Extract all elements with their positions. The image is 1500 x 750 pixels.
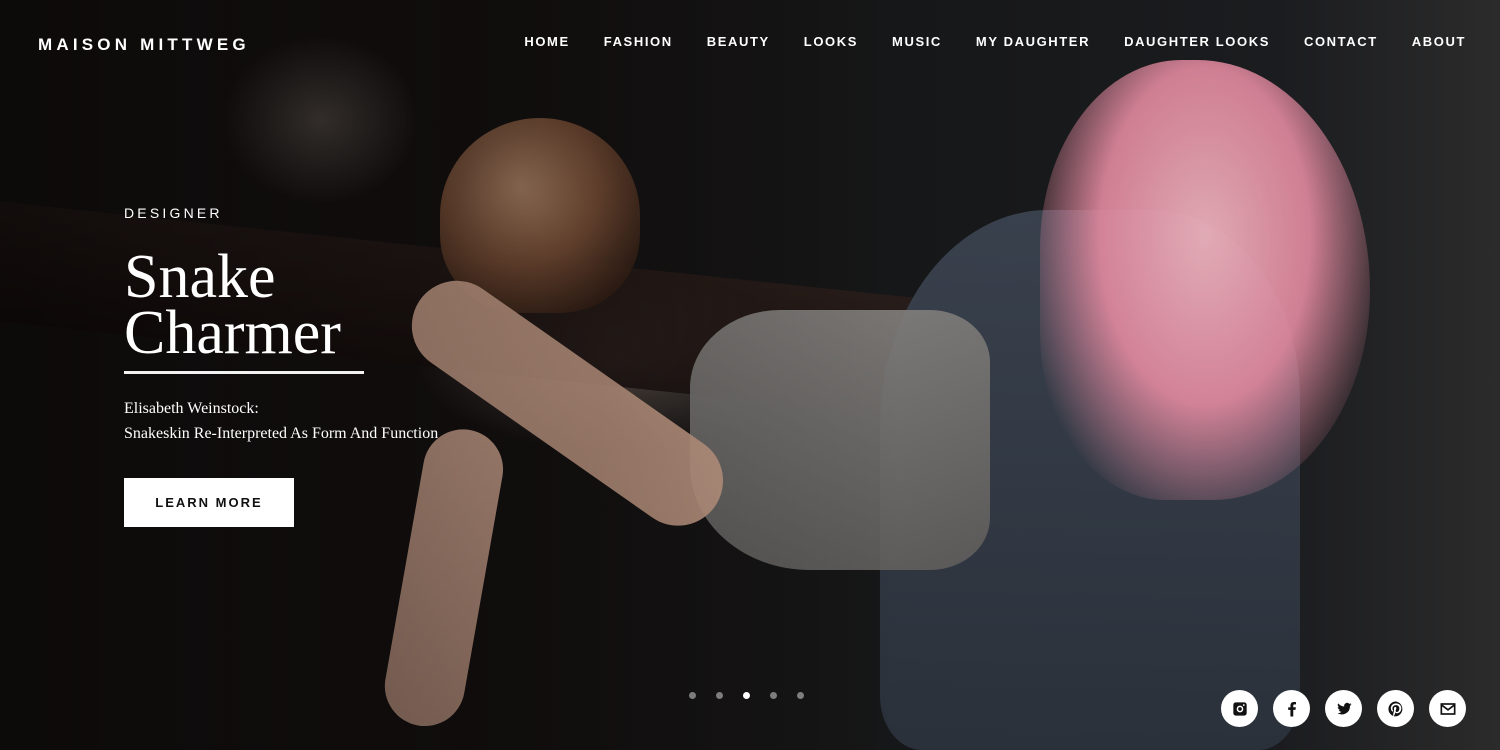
nav-item-looks[interactable]: LOOKS (804, 34, 858, 49)
hero-eyebrow: DESIGNER (124, 205, 223, 221)
hero-title: Snake Charmer (124, 246, 644, 364)
title-underline (124, 371, 364, 374)
nav-item-fashion[interactable]: FASHION (604, 34, 673, 49)
carousel-dot-4[interactable] (770, 692, 777, 699)
social-links (1221, 690, 1466, 727)
nav-item-music[interactable]: MUSIC (892, 34, 942, 49)
nav-item-beauty[interactable]: BEAUTY (707, 34, 770, 49)
main-nav: HOME FASHION BEAUTY LOOKS MUSIC MY DAUGH… (524, 34, 1466, 49)
facebook-icon (1287, 701, 1296, 716)
learn-more-button[interactable]: LEARN MORE (124, 478, 294, 527)
carousel-dot-5[interactable] (797, 692, 804, 699)
email-icon (1440, 702, 1455, 715)
nav-item-contact[interactable]: CONTACT (1304, 34, 1378, 49)
site-header: MAISON MITTWEG HOME FASHION BEAUTY LOOKS… (0, 0, 1500, 86)
carousel-dots (689, 692, 804, 699)
hero-title-line2: Charmer (124, 299, 341, 367)
instagram-button[interactable] (1221, 690, 1258, 727)
nav-item-daughter-looks[interactable]: DAUGHTER LOOKS (1124, 34, 1270, 49)
site-logo[interactable]: MAISON MITTWEG (38, 35, 250, 55)
carousel-dot-2[interactable] (716, 692, 723, 699)
carousel-dot-3[interactable] (743, 692, 750, 699)
hero-subtitle-line1: Elisabeth Weinstock: (124, 400, 259, 417)
hero-background: MAISON MITTWEG HOME FASHION BEAUTY LOOKS… (0, 0, 1500, 750)
nav-item-about[interactable]: ABOUT (1412, 34, 1466, 49)
carousel-dot-1[interactable] (689, 692, 696, 699)
instagram-icon (1232, 701, 1247, 716)
hero-subtitle: Elisabeth Weinstock: Snakeskin Re-Interp… (124, 396, 644, 446)
pinterest-icon (1387, 700, 1402, 716)
pinterest-button[interactable] (1377, 690, 1414, 727)
twitter-icon (1336, 702, 1351, 714)
email-button[interactable] (1429, 690, 1466, 727)
hero-subtitle-line2: Snakeskin Re-Interpreted As Form And Fun… (124, 425, 439, 442)
nav-item-home[interactable]: HOME (524, 34, 569, 49)
facebook-button[interactable] (1273, 690, 1310, 727)
twitter-button[interactable] (1325, 690, 1362, 727)
hero-content: DESIGNER Snake Charmer Elisabeth Weinsto… (124, 205, 644, 527)
nav-item-my-daughter[interactable]: MY DAUGHTER (976, 34, 1090, 49)
